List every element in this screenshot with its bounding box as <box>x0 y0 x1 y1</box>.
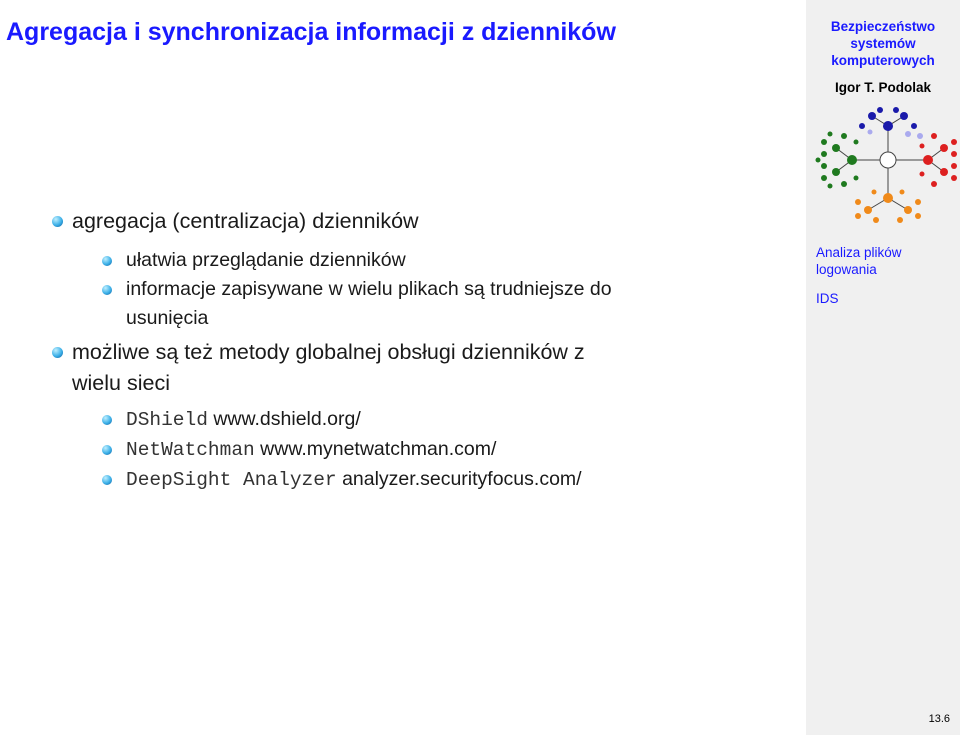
list-item-text: możliwe są też metody globalnej obsługi … <box>72 340 585 364</box>
course-title[interactable]: Bezpieczeństwo systemów komputerowych <box>806 18 960 69</box>
list-item-text: wielu sieci <box>72 371 170 395</box>
bullet-icon <box>52 347 63 358</box>
service-url[interactable]: www.mynetwatchman.com/ <box>260 438 496 460</box>
sub-list-item-text: informacje zapisywane w wielu plikach są… <box>126 278 612 300</box>
bullet-icon <box>102 415 112 425</box>
sub-list-item-text: usunięcia <box>126 307 209 329</box>
network-tree-icon <box>815 107 957 223</box>
service-name: NetWatchman <box>126 439 255 461</box>
service-url[interactable]: www.dshield.org/ <box>213 408 360 430</box>
page-number: 13.6 <box>928 713 950 725</box>
sub-list-item: DShield www.dshield.org/ <box>42 405 792 435</box>
nav-item-label: IDS <box>816 291 839 306</box>
service-name: DShield <box>126 409 208 431</box>
sub-list-item-text: ułatwia przeglądanie dzienników <box>126 249 406 271</box>
sub-list-item: informacje zapisywane w wielu plikach są… <box>42 275 792 333</box>
sub-list-item: ułatwia przeglądanie dzienników <box>42 246 792 275</box>
author-name: Igor T. Podolak <box>834 80 931 95</box>
sub-list-item: NetWatchman www.mynetwatchman.com/ <box>42 435 792 465</box>
sub-list-item: DeepSight Analyzer analyzer.securityfocu… <box>42 465 792 495</box>
bullet-icon <box>52 216 63 227</box>
list-item: możliwe są też metody globalnej obsługi … <box>42 337 792 399</box>
bullet-icon <box>102 445 112 455</box>
bullet-icon <box>102 475 112 485</box>
nav-item-log-analysis[interactable]: Analiza plików logowania <box>816 244 902 278</box>
course-title-line: systemów <box>850 36 916 51</box>
nav-item-label: Analiza plików <box>816 245 902 260</box>
course-title-line: komputerowych <box>831 53 935 68</box>
nav-item-ids[interactable]: IDS <box>816 290 839 307</box>
service-name: DeepSight Analyzer <box>126 469 337 491</box>
sidebar: Bezpieczeństwo systemów komputerowych Ig… <box>806 0 960 735</box>
bullet-icon <box>102 256 112 266</box>
service-url[interactable]: analyzer.securityfocus.com/ <box>342 468 582 490</box>
list-item-text: agregacja (centralizacja) dzienników <box>72 209 419 233</box>
bullet-icon <box>102 285 112 295</box>
course-title-line: Bezpieczeństwo <box>830 19 936 34</box>
slide-title: Agregacja i synchronizacja informacji z … <box>6 18 616 46</box>
nav-item-label: logowania <box>816 262 877 277</box>
slide-content: agregacja (centralizacja) dzienników uła… <box>42 206 792 495</box>
list-item: agregacja (centralizacja) dzienników <box>42 206 792 237</box>
